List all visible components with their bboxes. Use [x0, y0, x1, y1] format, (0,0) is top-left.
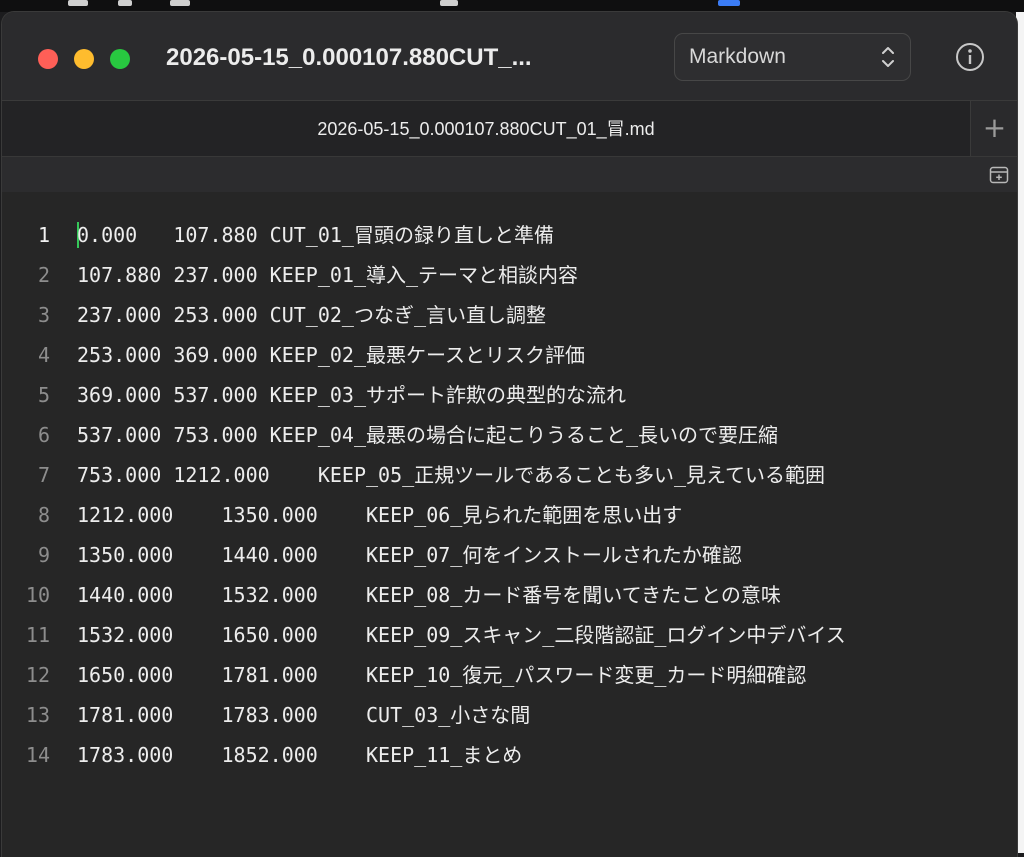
- line-number: 3: [37, 303, 50, 327]
- vertical-scrollbar[interactable]: [1005, 192, 1017, 857]
- editor-line[interactable]: 6 537.000 753.000 KEEP_04_最悪の場合に起こりうること_長…: [2, 415, 1002, 455]
- menubar-status-icon[interactable]: [718, 0, 740, 6]
- line-text[interactable]: 1212.000 1350.000 KEEP_06_見られた範囲を思い出す: [77, 495, 682, 535]
- line-number: 2: [37, 263, 50, 287]
- info-circle-icon[interactable]: [955, 42, 985, 72]
- line-text[interactable]: 1781.000 1783.000 CUT_03_小さな間: [77, 695, 530, 735]
- editor-line[interactable]: 7 753.000 1212.000 KEEP_05_正規ツールであることも多い_…: [2, 455, 1002, 495]
- line-text[interactable]: 369.000 537.000 KEEP_03_サポート詐欺の典型的な流れ: [77, 375, 626, 415]
- editor-line[interactable]: 9 1350.000 1440.000 KEEP_07_何をインストールされたか確…: [2, 535, 1002, 575]
- syntax-mode-select[interactable]: Markdown: [674, 33, 911, 81]
- zoom-window-button[interactable]: [110, 49, 130, 69]
- editor-line[interactable]: 12 1650.000 1781.000 KEEP_10_復元_パスワード変更_カ…: [2, 655, 1002, 695]
- close-window-button[interactable]: [38, 49, 58, 69]
- minimize-window-button[interactable]: [74, 49, 94, 69]
- editor-line[interactable]: 8 1212.000 1350.000 KEEP_06_見られた範囲を思い出す: [2, 495, 1002, 535]
- editor-line[interactable]: 3 237.000 253.000 CUT_02_つなぎ_言い直し調整: [2, 295, 1002, 335]
- line-number: 11: [25, 623, 50, 647]
- line-number: 8: [37, 503, 50, 527]
- line-number: 13: [25, 703, 50, 727]
- line-number: 14: [25, 743, 50, 767]
- editor-line[interactable]: 13 1781.000 1783.000 CUT_03_小さな間: [2, 695, 1002, 735]
- editor-line[interactable]: 10 1440.000 1532.000 KEEP_08_カード番号を聞いてきたこ…: [2, 575, 1002, 615]
- up-down-chevron-icon: [882, 47, 894, 67]
- line-text[interactable]: 1783.000 1852.000 KEEP_11_まとめ: [77, 735, 522, 775]
- line-number: 4: [37, 343, 50, 367]
- line-number: 1: [37, 223, 50, 247]
- editor-line[interactable]: 1 0.000 107.880 CUT_01_冒頭の録り直しと準備: [2, 215, 1002, 255]
- editor-line[interactable]: 5 369.000 537.000 KEEP_03_サポート詐欺の典型的な流れ: [2, 375, 1002, 415]
- line-text[interactable]: 753.000 1212.000 KEEP_05_正規ツールであることも多い_見…: [77, 455, 825, 495]
- editor-toolbar: [2, 156, 1017, 193]
- desktop-menubar: [0, 0, 1024, 12]
- text-editor[interactable]: 1 0.000 107.880 CUT_01_冒頭の録り直しと準備 2 107.88…: [2, 192, 1017, 857]
- title-bar: 2026-05-15_0.000107.880CUT_... Markdown: [2, 12, 1017, 100]
- outline-toggle-icon[interactable]: [989, 165, 1009, 185]
- line-number: 7: [37, 463, 50, 487]
- tab-bar: 2026-05-15_0.000107.880CUT_01_冒.md +: [2, 100, 1017, 157]
- line-text[interactable]: 1650.000 1781.000 KEEP_10_復元_パスワード変更_カード…: [77, 655, 806, 695]
- editor-line[interactable]: 11 1532.000 1650.000 KEEP_09_スキャン_二段階認証_ロ…: [2, 615, 1002, 655]
- line-text[interactable]: 1350.000 1440.000 KEEP_07_何をインストールされたか確認: [77, 535, 742, 575]
- line-number: 9: [37, 543, 50, 567]
- editor-line[interactable]: 14 1783.000 1852.000 KEEP_11_まとめ: [2, 735, 1002, 775]
- menubar-glyph: [170, 0, 190, 6]
- editor-line[interactable]: 4 253.000 369.000 KEEP_02_最悪ケースとリスク評価: [2, 335, 1002, 375]
- menubar-glyph: [68, 0, 88, 6]
- line-text[interactable]: 1532.000 1650.000 KEEP_09_スキャン_二段階認証_ログイ…: [77, 615, 846, 655]
- editor-line[interactable]: 2 107.880 237.000 KEEP_01_導入_テーマと相談内容: [2, 255, 1002, 295]
- line-text[interactable]: 107.880 237.000 KEEP_01_導入_テーマと相談内容: [77, 255, 578, 295]
- line-number: 12: [25, 663, 50, 687]
- line-number: 6: [37, 423, 50, 447]
- plus-icon[interactable]: +: [970, 101, 1017, 157]
- line-text[interactable]: 237.000 253.000 CUT_02_つなぎ_言い直し調整: [77, 295, 546, 335]
- line-text[interactable]: 253.000 369.000 KEEP_02_最悪ケースとリスク評価: [77, 335, 585, 375]
- background-window-edge: [1016, 12, 1024, 853]
- menubar-glyph: [440, 0, 458, 6]
- editor-window: 2026-05-15_0.000107.880CUT_... Markdown …: [2, 12, 1017, 857]
- tab-document[interactable]: 2026-05-15_0.000107.880CUT_01_冒.md: [2, 101, 970, 157]
- line-number: 10: [25, 583, 50, 607]
- line-text[interactable]: 537.000 753.000 KEEP_04_最悪の場合に起こりうること_長い…: [77, 415, 778, 455]
- line-text[interactable]: 1440.000 1532.000 KEEP_08_カード番号を聞いてきたことの…: [77, 575, 781, 615]
- window-title: 2026-05-15_0.000107.880CUT_...: [166, 44, 532, 71]
- line-text[interactable]: 0.000 107.880 CUT_01_冒頭の録り直しと準備: [77, 215, 554, 255]
- menubar-glyph: [118, 0, 132, 6]
- line-number: 5: [37, 383, 50, 407]
- syntax-mode-label: Markdown: [689, 45, 786, 68]
